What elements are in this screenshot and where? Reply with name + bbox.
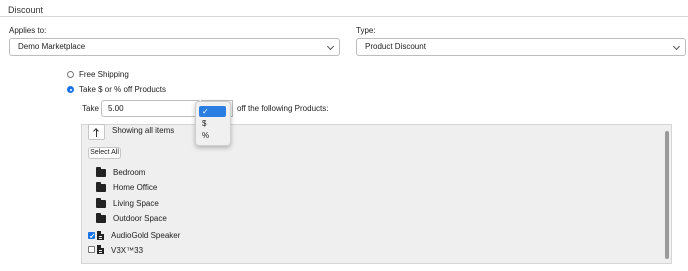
unit-dropdown: ✓ $ % bbox=[195, 101, 231, 146]
folder-icon bbox=[96, 167, 106, 177]
folder-icon bbox=[96, 182, 106, 192]
header-divider bbox=[0, 16, 688, 17]
folder-home-office[interactable]: Home Office bbox=[113, 183, 157, 192]
file-icon bbox=[97, 245, 104, 254]
product-browser bbox=[81, 124, 672, 264]
select-all-button[interactable]: Select All bbox=[88, 147, 121, 159]
type-value: Product Discount bbox=[365, 42, 426, 51]
folder-icon bbox=[96, 213, 106, 223]
product-checkbox-audiogold[interactable] bbox=[88, 232, 95, 239]
product-v3x33-label[interactable]: V3X™33 bbox=[111, 246, 143, 255]
folder-living-space[interactable]: Living Space bbox=[113, 199, 159, 208]
take-off-label[interactable]: Take $ or % off Products bbox=[79, 85, 166, 94]
folder-bedroom[interactable]: Bedroom bbox=[113, 168, 145, 177]
chevron-down-icon bbox=[672, 42, 681, 51]
folder-outdoor-space[interactable]: Outdoor Space bbox=[113, 214, 167, 223]
free-shipping-radio[interactable] bbox=[67, 71, 74, 78]
scrollbar[interactable] bbox=[665, 131, 669, 259]
off-products-label: off the following Products: bbox=[237, 104, 329, 113]
free-shipping-label[interactable]: Free Shipping bbox=[79, 70, 129, 79]
type-label: Type: bbox=[356, 26, 376, 35]
unit-option-dollar[interactable]: $ bbox=[199, 118, 226, 129]
folder-icon bbox=[96, 198, 106, 208]
product-checkbox-v3x33[interactable] bbox=[88, 246, 95, 253]
showing-label: Showing all items bbox=[112, 126, 175, 135]
amount-input[interactable] bbox=[101, 100, 201, 117]
unit-option-percent[interactable]: % bbox=[199, 130, 226, 141]
type-select[interactable]: Product Discount bbox=[356, 38, 686, 56]
take-label: Take bbox=[82, 104, 99, 113]
applies-to-select[interactable]: Demo Marketplace bbox=[9, 38, 340, 56]
applies-to-label: Applies to: bbox=[9, 26, 47, 35]
unit-option-selected[interactable]: ✓ bbox=[199, 106, 226, 117]
take-off-radio[interactable] bbox=[67, 86, 74, 93]
applies-to-value: Demo Marketplace bbox=[18, 42, 86, 51]
file-icon bbox=[97, 231, 104, 240]
up-button[interactable] bbox=[88, 124, 105, 140]
chevron-down-icon bbox=[326, 42, 335, 51]
product-audiogold-label[interactable]: AudioGold Speaker bbox=[111, 231, 180, 240]
section-title: Discount bbox=[8, 5, 44, 15]
